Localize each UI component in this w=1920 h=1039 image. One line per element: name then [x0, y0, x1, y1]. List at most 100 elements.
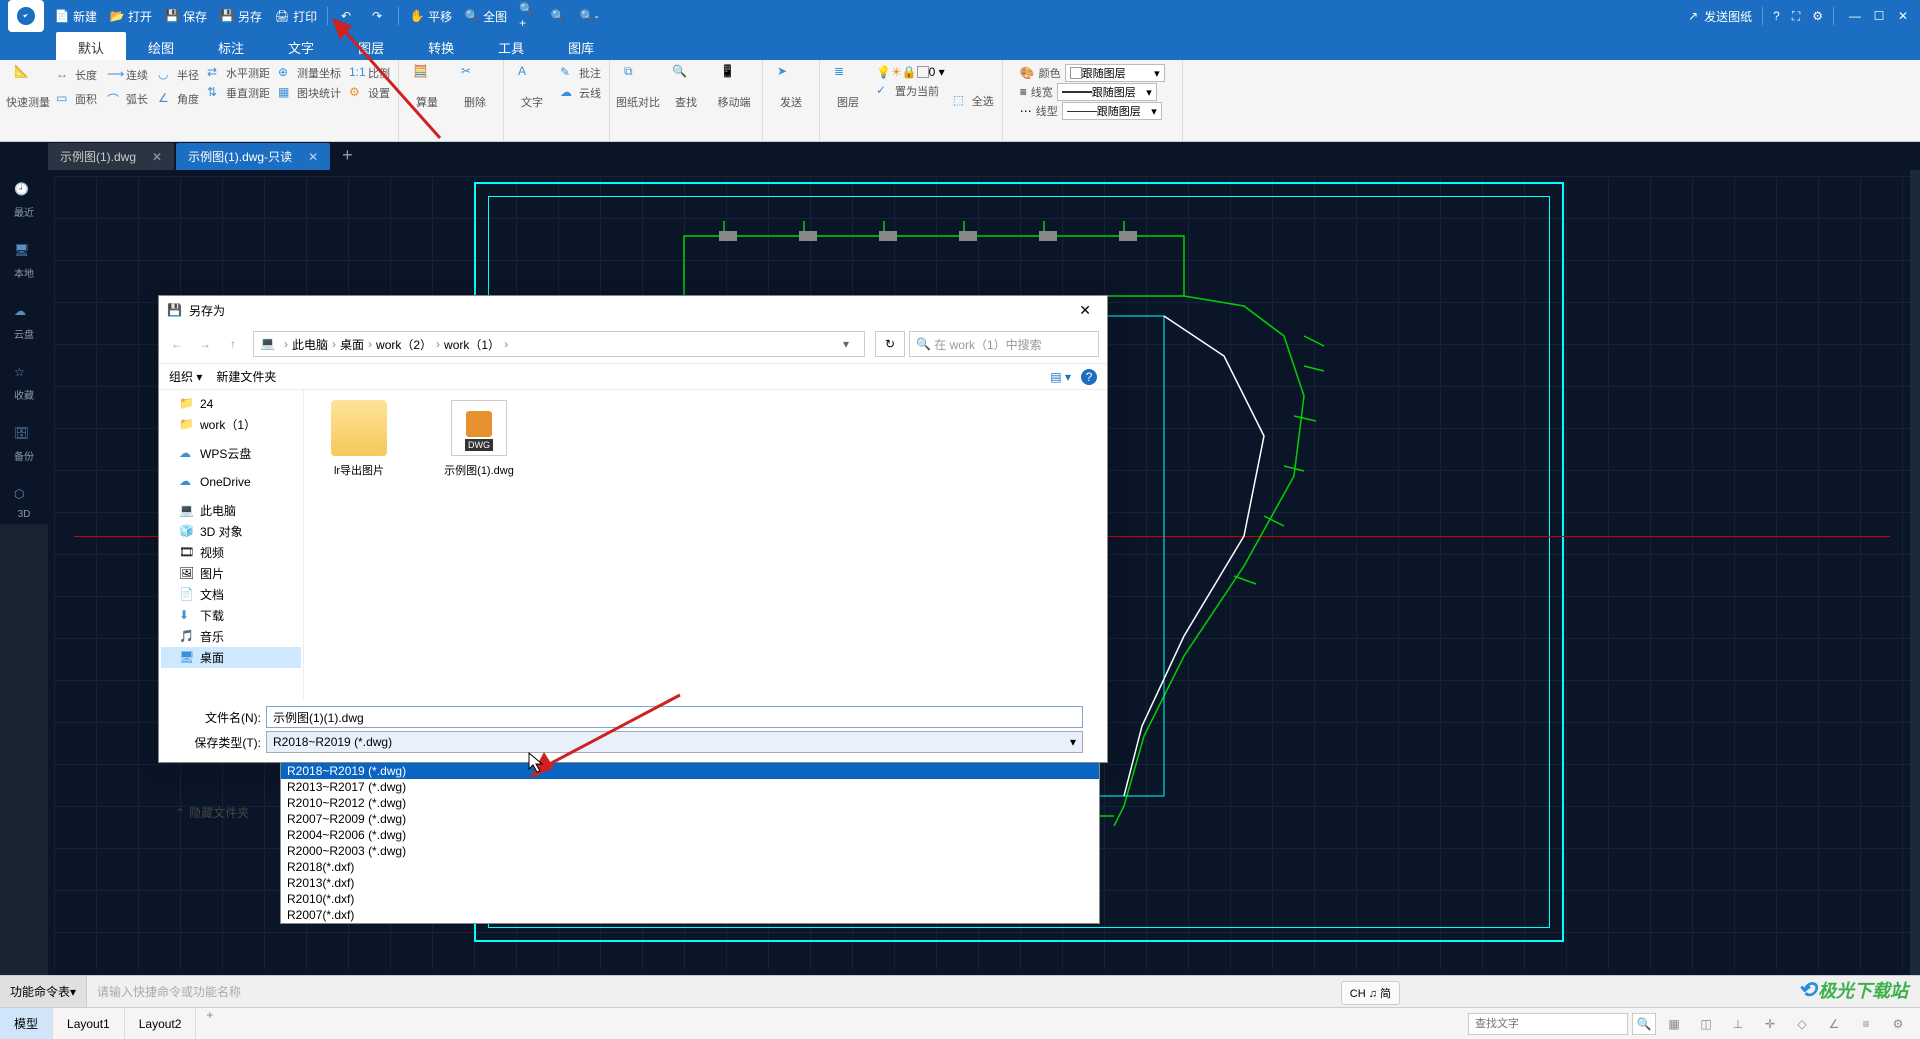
ribbon-tab-layer[interactable]: 图层	[336, 32, 406, 60]
snap-toggle[interactable]: ◫	[1692, 1013, 1720, 1035]
find-button[interactable]: 🔍	[1632, 1013, 1656, 1035]
add-layout-button[interactable]: +	[196, 1008, 223, 1039]
arc-button[interactable]: ⌒弧长	[105, 88, 150, 110]
close-icon[interactable]: ✕	[152, 150, 162, 164]
ribbon-tab-tools[interactable]: 工具	[476, 32, 546, 60]
dropdown-item[interactable]: R2004~R2006 (*.dwg)	[281, 827, 1099, 843]
settings-icon[interactable]: ⚙	[1884, 1013, 1912, 1035]
settings-button[interactable]: ⚙设置	[347, 84, 392, 102]
fullscreen-button[interactable]: ⛶	[1786, 0, 1806, 32]
color-select[interactable]: 跟随图层▾	[1065, 64, 1165, 82]
cloud-button[interactable]: ☁云线	[558, 84, 603, 102]
dropdown-item[interactable]: R2007(*.dxf)	[281, 907, 1099, 923]
zoom-extents-button[interactable]: 🔍全图	[458, 0, 513, 32]
file-tab[interactable]: 示例图(1).dwg✕	[48, 143, 174, 170]
linetype-select[interactable]: 跟随图层▾	[1062, 102, 1162, 120]
selectall-button[interactable]: ⬚全选	[951, 92, 996, 110]
layer-button[interactable]: ≣图层	[826, 64, 870, 110]
dialog-close-button[interactable]: ✕	[1071, 300, 1099, 321]
setcurrent-button[interactable]: ✓置为当前	[874, 82, 947, 100]
tree-item[interactable]: 📁work（1）	[161, 414, 301, 435]
dropdown-item[interactable]: R2010(*.dxf)	[281, 891, 1099, 907]
scale-button[interactable]: 1:1比例	[347, 64, 392, 82]
send-button[interactable]: ➤发送	[769, 64, 813, 110]
ribbon-tab-convert[interactable]: 转换	[406, 32, 476, 60]
dropdown-item[interactable]: R2013(*.dxf)	[281, 875, 1099, 891]
open-button[interactable]: 📂打开	[103, 0, 158, 32]
ribbon-tab-library[interactable]: 图库	[546, 32, 616, 60]
ribbon-tab-annotate[interactable]: 标注	[196, 32, 266, 60]
tree-item[interactable]: 📁24	[161, 394, 301, 414]
mobile-button[interactable]: 📱移动端	[712, 64, 756, 110]
file-item-folder[interactable]: lr导出图片	[314, 400, 404, 478]
back-button[interactable]: ←	[167, 337, 187, 351]
sidebar-favorite[interactable]: ☆收藏	[10, 361, 38, 406]
find-text-input[interactable]	[1468, 1013, 1628, 1035]
hlevel-button[interactable]: ⇄水平测距	[205, 64, 272, 82]
osnap-toggle[interactable]: ◇	[1788, 1013, 1816, 1035]
ribbon-tab-draw[interactable]: 绘图	[126, 32, 196, 60]
vlevel-button[interactable]: ⇅垂直测距	[205, 84, 272, 102]
continuous-button[interactable]: ⟶连续	[105, 64, 150, 86]
dropdown-item[interactable]: R2010~R2012 (*.dwg)	[281, 795, 1099, 811]
hide-folders-toggle[interactable]: ⌃隐藏文件夹	[175, 804, 249, 821]
tree-item[interactable]: 🎞视频	[161, 542, 301, 563]
close-button[interactable]: ✕	[1894, 7, 1912, 25]
up-button[interactable]: ↑	[223, 337, 243, 351]
text-button[interactable]: A文字	[510, 64, 554, 110]
view-button[interactable]: ▤ ▾	[1050, 370, 1071, 384]
dropdown-item[interactable]: R2007~R2009 (*.dwg)	[281, 811, 1099, 827]
tree-item[interactable]: 🖥桌面	[161, 647, 301, 668]
layout-tab-model[interactable]: 模型	[0, 1008, 53, 1039]
anno-button[interactable]: ✎批注	[558, 64, 603, 82]
file-list[interactable]: lr导出图片 DWG 示例图(1).dwg	[304, 390, 1107, 700]
breadcrumb-dropdown[interactable]: ▾	[834, 337, 858, 351]
organize-button[interactable]: 组织 ▾	[169, 368, 202, 385]
filetype-select[interactable]: R2018~R2019 (*.dwg)▾	[266, 731, 1083, 753]
file-tab[interactable]: 示例图(1).dwg-只读✕	[176, 143, 330, 170]
radius-button[interactable]: ◡半径	[156, 64, 201, 86]
command-input[interactable]: 请输入快捷命令或功能名称	[87, 983, 1920, 1000]
zoom-out-button[interactable]: 🔍-	[575, 0, 606, 32]
saveas-button[interactable]: 💾另存	[213, 0, 268, 32]
dropdown-item[interactable]: R2013~R2017 (*.dwg)	[281, 779, 1099, 795]
file-item-dwg[interactable]: DWG 示例图(1).dwg	[434, 400, 524, 478]
find-button[interactable]: 🔍查找	[664, 64, 708, 110]
lwt-toggle[interactable]: ≡	[1852, 1013, 1880, 1035]
layout-tab[interactable]: Layout2	[125, 1008, 197, 1039]
layout-tab[interactable]: Layout1	[53, 1008, 125, 1039]
compare-button[interactable]: ⧉图纸对比	[616, 64, 660, 110]
tree-item[interactable]: ☁WPS云盘	[161, 443, 301, 464]
delete-button[interactable]: ✂删除	[453, 64, 497, 110]
area-button[interactable]: ▭面积	[54, 88, 99, 110]
angle-button[interactable]: ∠角度	[156, 88, 201, 110]
redo-button[interactable]: ↷	[363, 0, 394, 32]
track-toggle[interactable]: ∠	[1820, 1013, 1848, 1035]
refresh-button[interactable]: ↻	[875, 331, 905, 357]
tree-item[interactable]: 🖼图片	[161, 563, 301, 584]
folder-tree[interactable]: 📁24 📁work（1） ☁WPS云盘 ☁OneDrive 💻此电脑 🧊3D 对…	[159, 390, 304, 700]
ribbon-tab-default[interactable]: 默认	[56, 32, 126, 60]
filetype-dropdown[interactable]: R2018~R2019 (*.dwg) R2013~R2017 (*.dwg) …	[280, 762, 1100, 924]
settings-button[interactable]: ⚙	[1806, 0, 1829, 32]
tree-item[interactable]: 🎵音乐	[161, 626, 301, 647]
search-input[interactable]: 🔍 在 work（1）中搜索	[909, 331, 1099, 357]
close-icon[interactable]: ✕	[308, 150, 318, 164]
add-tab-button[interactable]: +	[332, 141, 363, 170]
zoom-in-button[interactable]: 🔍+	[513, 0, 544, 32]
pan-button[interactable]: ✋平移	[403, 0, 458, 32]
forward-button[interactable]: →	[195, 337, 215, 351]
save-button[interactable]: 💾保存	[158, 0, 213, 32]
polar-toggle[interactable]: ✛	[1756, 1013, 1784, 1035]
tree-item[interactable]: 🧊3D 对象	[161, 521, 301, 542]
lineweight-select[interactable]: 跟随图层▾	[1057, 83, 1157, 101]
newfolder-button[interactable]: 新建文件夹	[216, 368, 276, 385]
calc-button[interactable]: 🧮算量	[405, 64, 449, 110]
sidebar-backup[interactable]: 🗄备份	[10, 422, 38, 467]
tree-item[interactable]: 💻此电脑	[161, 500, 301, 521]
quick-measure-button[interactable]: 📐 快速测量	[6, 64, 50, 110]
grid-toggle[interactable]: ▦	[1660, 1013, 1688, 1035]
dropdown-item[interactable]: R2000~R2003 (*.dwg)	[281, 843, 1099, 859]
breadcrumb[interactable]: 💻 ›此电脑 ›桌面 ›work（2） ›work（1） › ▾	[253, 331, 865, 357]
zoom-window-button[interactable]: 🔍	[544, 0, 575, 32]
